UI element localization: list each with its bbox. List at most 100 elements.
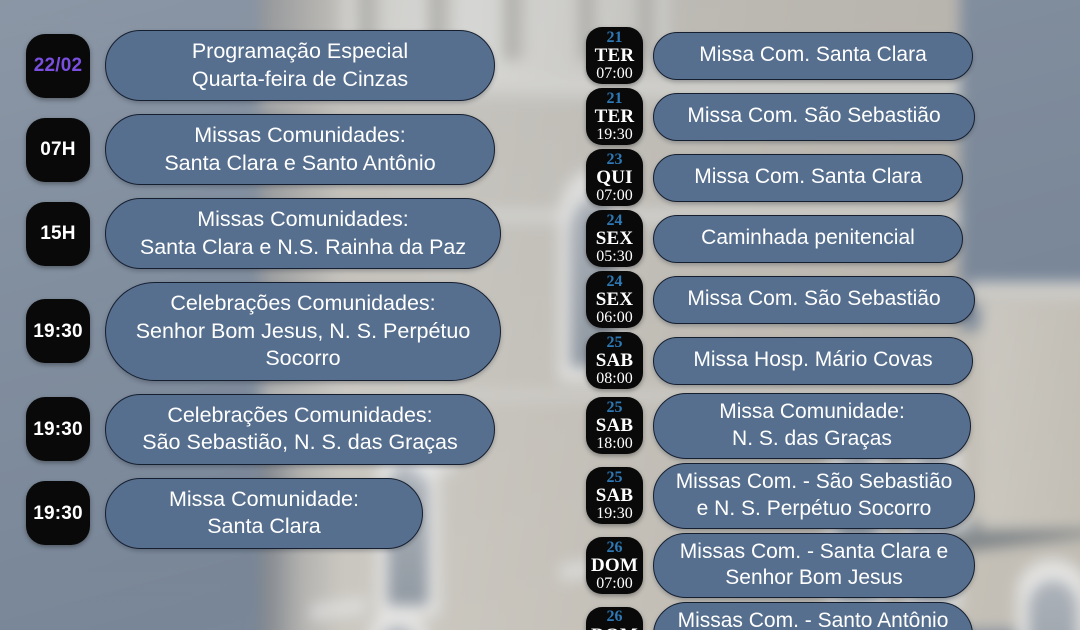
- schedule-row-left: 19:30 Celebrações Comunidades: Senhor Bom …: [26, 282, 580, 381]
- event-pill: Programação Especial Quarta-feira de Cinz…: [105, 30, 495, 102]
- date-badge-day: 25: [606, 468, 623, 486]
- date-badge-weekday: SAB: [595, 485, 634, 507]
- event-pill-line: Missas Com. - Santo Antônio: [677, 609, 949, 630]
- event-pill-line: Celebrações Comunidades:: [167, 402, 433, 427]
- date-badge: 26 DOM 07:00: [586, 536, 643, 594]
- event-pill-line: Missas Comunidades:: [197, 207, 409, 232]
- date-badge-time: 06:00: [596, 309, 633, 327]
- event-pill-line: Celebrações Comunidades:: [170, 291, 436, 316]
- schedule-row-left: 15H Missas Comunidades: Santa Clara e N.S.…: [26, 198, 580, 270]
- time-badge: 15H: [26, 201, 90, 266]
- event-pill-line: Senhor Bom Jesus: [725, 566, 903, 590]
- schedule-row-right: 24 SEX 05:30 Caminhada penitencial: [586, 210, 1080, 267]
- date-badge-day: 25: [606, 399, 623, 417]
- date-badge-time: 19:30: [596, 126, 633, 144]
- date-badge: 24 SEX 06:00: [586, 271, 643, 328]
- event-pill-line: Santa Clara e N.S. Rainha da Paz: [139, 234, 467, 259]
- time-badge: 19:30: [26, 299, 90, 364]
- date-badge-day: 24: [606, 211, 623, 229]
- date-badge-day: 23: [606, 150, 623, 168]
- date-badge: 25 SAB 19:30: [586, 467, 643, 525]
- date-badge: 26DOM08:30: [586, 606, 643, 630]
- date-badge: 25 SAB 08:00: [586, 332, 643, 389]
- event-pill: Missas Com. - Santa Clara e Senhor Bom Je…: [653, 532, 975, 599]
- event-pill: Celebrações Comunidades: São Sebastião, N…: [105, 393, 495, 465]
- date-badge-weekday: SEX: [595, 228, 634, 250]
- event-pill: Missa Com. São Sebastião: [653, 275, 975, 324]
- date-badge-day: 24: [606, 272, 623, 290]
- date-badge-weekday: QUI: [596, 167, 633, 189]
- event-pill: Celebrações Comunidades: Senhor Bom Jesus…: [105, 282, 501, 381]
- time-badge: 19:30: [26, 481, 90, 546]
- event-pill: Missa Com. São Sebastião: [653, 92, 975, 141]
- event-pill-line: N. S. das Graças: [732, 426, 892, 450]
- date-badge-time: 08:00: [596, 370, 633, 388]
- time-badge: 19:30: [26, 397, 90, 462]
- event-pill-line: Programação Especial: [191, 39, 409, 63]
- event-pill: Missa Comunidade: Santa Clara: [105, 477, 423, 549]
- event-pill-line: Missas Com. - Santa Clara e: [679, 539, 949, 563]
- event-pill: Missas Com. - São Sebastião e N. S. Perpé…: [653, 462, 975, 529]
- date-badge-weekday: DOM: [591, 626, 638, 630]
- date-badge-weekday: SAB: [595, 350, 634, 372]
- schedule-row-left: 22/02 Programação Especial Quarta-feira de…: [26, 30, 580, 102]
- date-badge-weekday: TER: [594, 45, 635, 67]
- schedule-row-left: 19:30 Celebrações Comunidades: São Sebasti…: [26, 393, 580, 465]
- event-pill-line: Santa Clara: [207, 514, 321, 539]
- event-pill: Missas Comunidades: Santa Clara e N.S. Ra…: [105, 198, 501, 270]
- time-badge: 07H: [26, 117, 90, 182]
- time-badge-label: 19:30: [33, 320, 83, 342]
- event-pill: Missas Com. - Santo Antônioe N. S. Rainh…: [653, 602, 973, 630]
- date-badge-weekday: TER: [594, 106, 635, 128]
- event-pill: Missa Hosp. Mário Covas: [653, 336, 973, 385]
- event-pill-line: Missas Com. - São Sebastião: [675, 469, 953, 493]
- schedule-column-left: 22/02 Programação Especial Quarta-feira de…: [0, 0, 580, 630]
- date-badge-weekday: SAB: [595, 415, 634, 437]
- schedule-board: 22/02 Programação Especial Quarta-feira de…: [0, 0, 1080, 630]
- time-badge-label: 15H: [40, 223, 76, 245]
- schedule-row-right: 25 SAB 18:00 Missa Comunidade: N. S. das Gra…: [586, 393, 1080, 459]
- event-pill-line: Quarta-feira de Cinzas: [191, 66, 409, 91]
- event-pill: Missa Comunidade: N. S. das Graças: [653, 393, 971, 459]
- date-badge-day: 26: [606, 538, 623, 556]
- time-badge-label: 19:30: [33, 418, 83, 440]
- event-pill-line: Missa Com. Santa Clara: [694, 165, 922, 189]
- event-pill-line: e N. S. Perpétuo Socorro: [696, 496, 932, 520]
- event-pill: Caminhada penitencial: [653, 214, 963, 263]
- event-pill-line: Santa Clara e Santo Antônio: [164, 150, 436, 175]
- event-pill-line: Missa Com. Santa Clara: [699, 43, 927, 67]
- date-badge-day: 21: [606, 28, 623, 46]
- date-badge: 21 TER 19:30: [586, 88, 643, 145]
- date-badge-weekday: DOM: [590, 554, 639, 576]
- event-pill: Missas Comunidades: Santa Clara e Santo A…: [105, 114, 495, 186]
- event-pill: Missa Com. Santa Clara: [653, 31, 973, 80]
- date-badge-day: 25: [606, 333, 623, 351]
- event-pill: Missa Com. Santa Clara: [653, 153, 963, 202]
- time-badge: 22/02: [26, 33, 90, 98]
- date-badge-time: 19:30: [596, 505, 633, 523]
- date-badge-time: 07:00: [596, 65, 633, 83]
- event-pill-line: Senhor Bom Jesus, N. S. Perpétuo Socorro: [135, 318, 471, 371]
- date-badge-weekday: SEX: [595, 289, 634, 311]
- schedule-row-right: 25 SAB 19:30 Missas Com. - São Sebastião e N…: [586, 462, 1080, 529]
- schedule-row-right: 26 DOM 07:00 Missas Com. - Santa Clara e Sen…: [586, 532, 1080, 599]
- event-pill-line: Missa Comunidade:: [719, 400, 905, 423]
- date-badge: 23 QUI 07:00: [586, 149, 643, 206]
- schedule-row-right: 26DOM08:30 Missas Com. - Santo Antônioe N…: [586, 602, 1080, 630]
- time-badge-label: 22/02: [33, 55, 83, 77]
- date-badge-time: 05:30: [596, 248, 633, 266]
- event-pill-line: Missa Com. São Sebastião: [687, 287, 941, 311]
- schedule-row-right: 25 SAB 08:00 Missa Hosp. Mário Covas: [586, 332, 1080, 389]
- date-badge-day: 21: [606, 89, 623, 107]
- date-badge: 24 SEX 05:30: [586, 210, 643, 267]
- event-pill-line: Caminhada penitencial: [701, 226, 915, 250]
- schedule-row-right: 24 SEX 06:00 Missa Com. São Sebastião: [586, 271, 1080, 328]
- date-badge-time: 18:00: [596, 435, 633, 453]
- date-badge-time: 07:00: [596, 574, 633, 592]
- schedule-row-right: 21 TER 19:30 Missa Com. São Sebastião: [586, 88, 1080, 145]
- event-pill-line: São Sebastião, N. S. das Graças: [142, 430, 458, 455]
- event-pill-line: Missa Comunidade:: [168, 486, 359, 511]
- date-badge-day: 26: [606, 608, 623, 626]
- event-pill-line: Missas Comunidades:: [194, 123, 406, 148]
- schedule-column-right: 21 TER 07:00 Missa Com. Santa Clara 21 TER 19:…: [580, 0, 1080, 630]
